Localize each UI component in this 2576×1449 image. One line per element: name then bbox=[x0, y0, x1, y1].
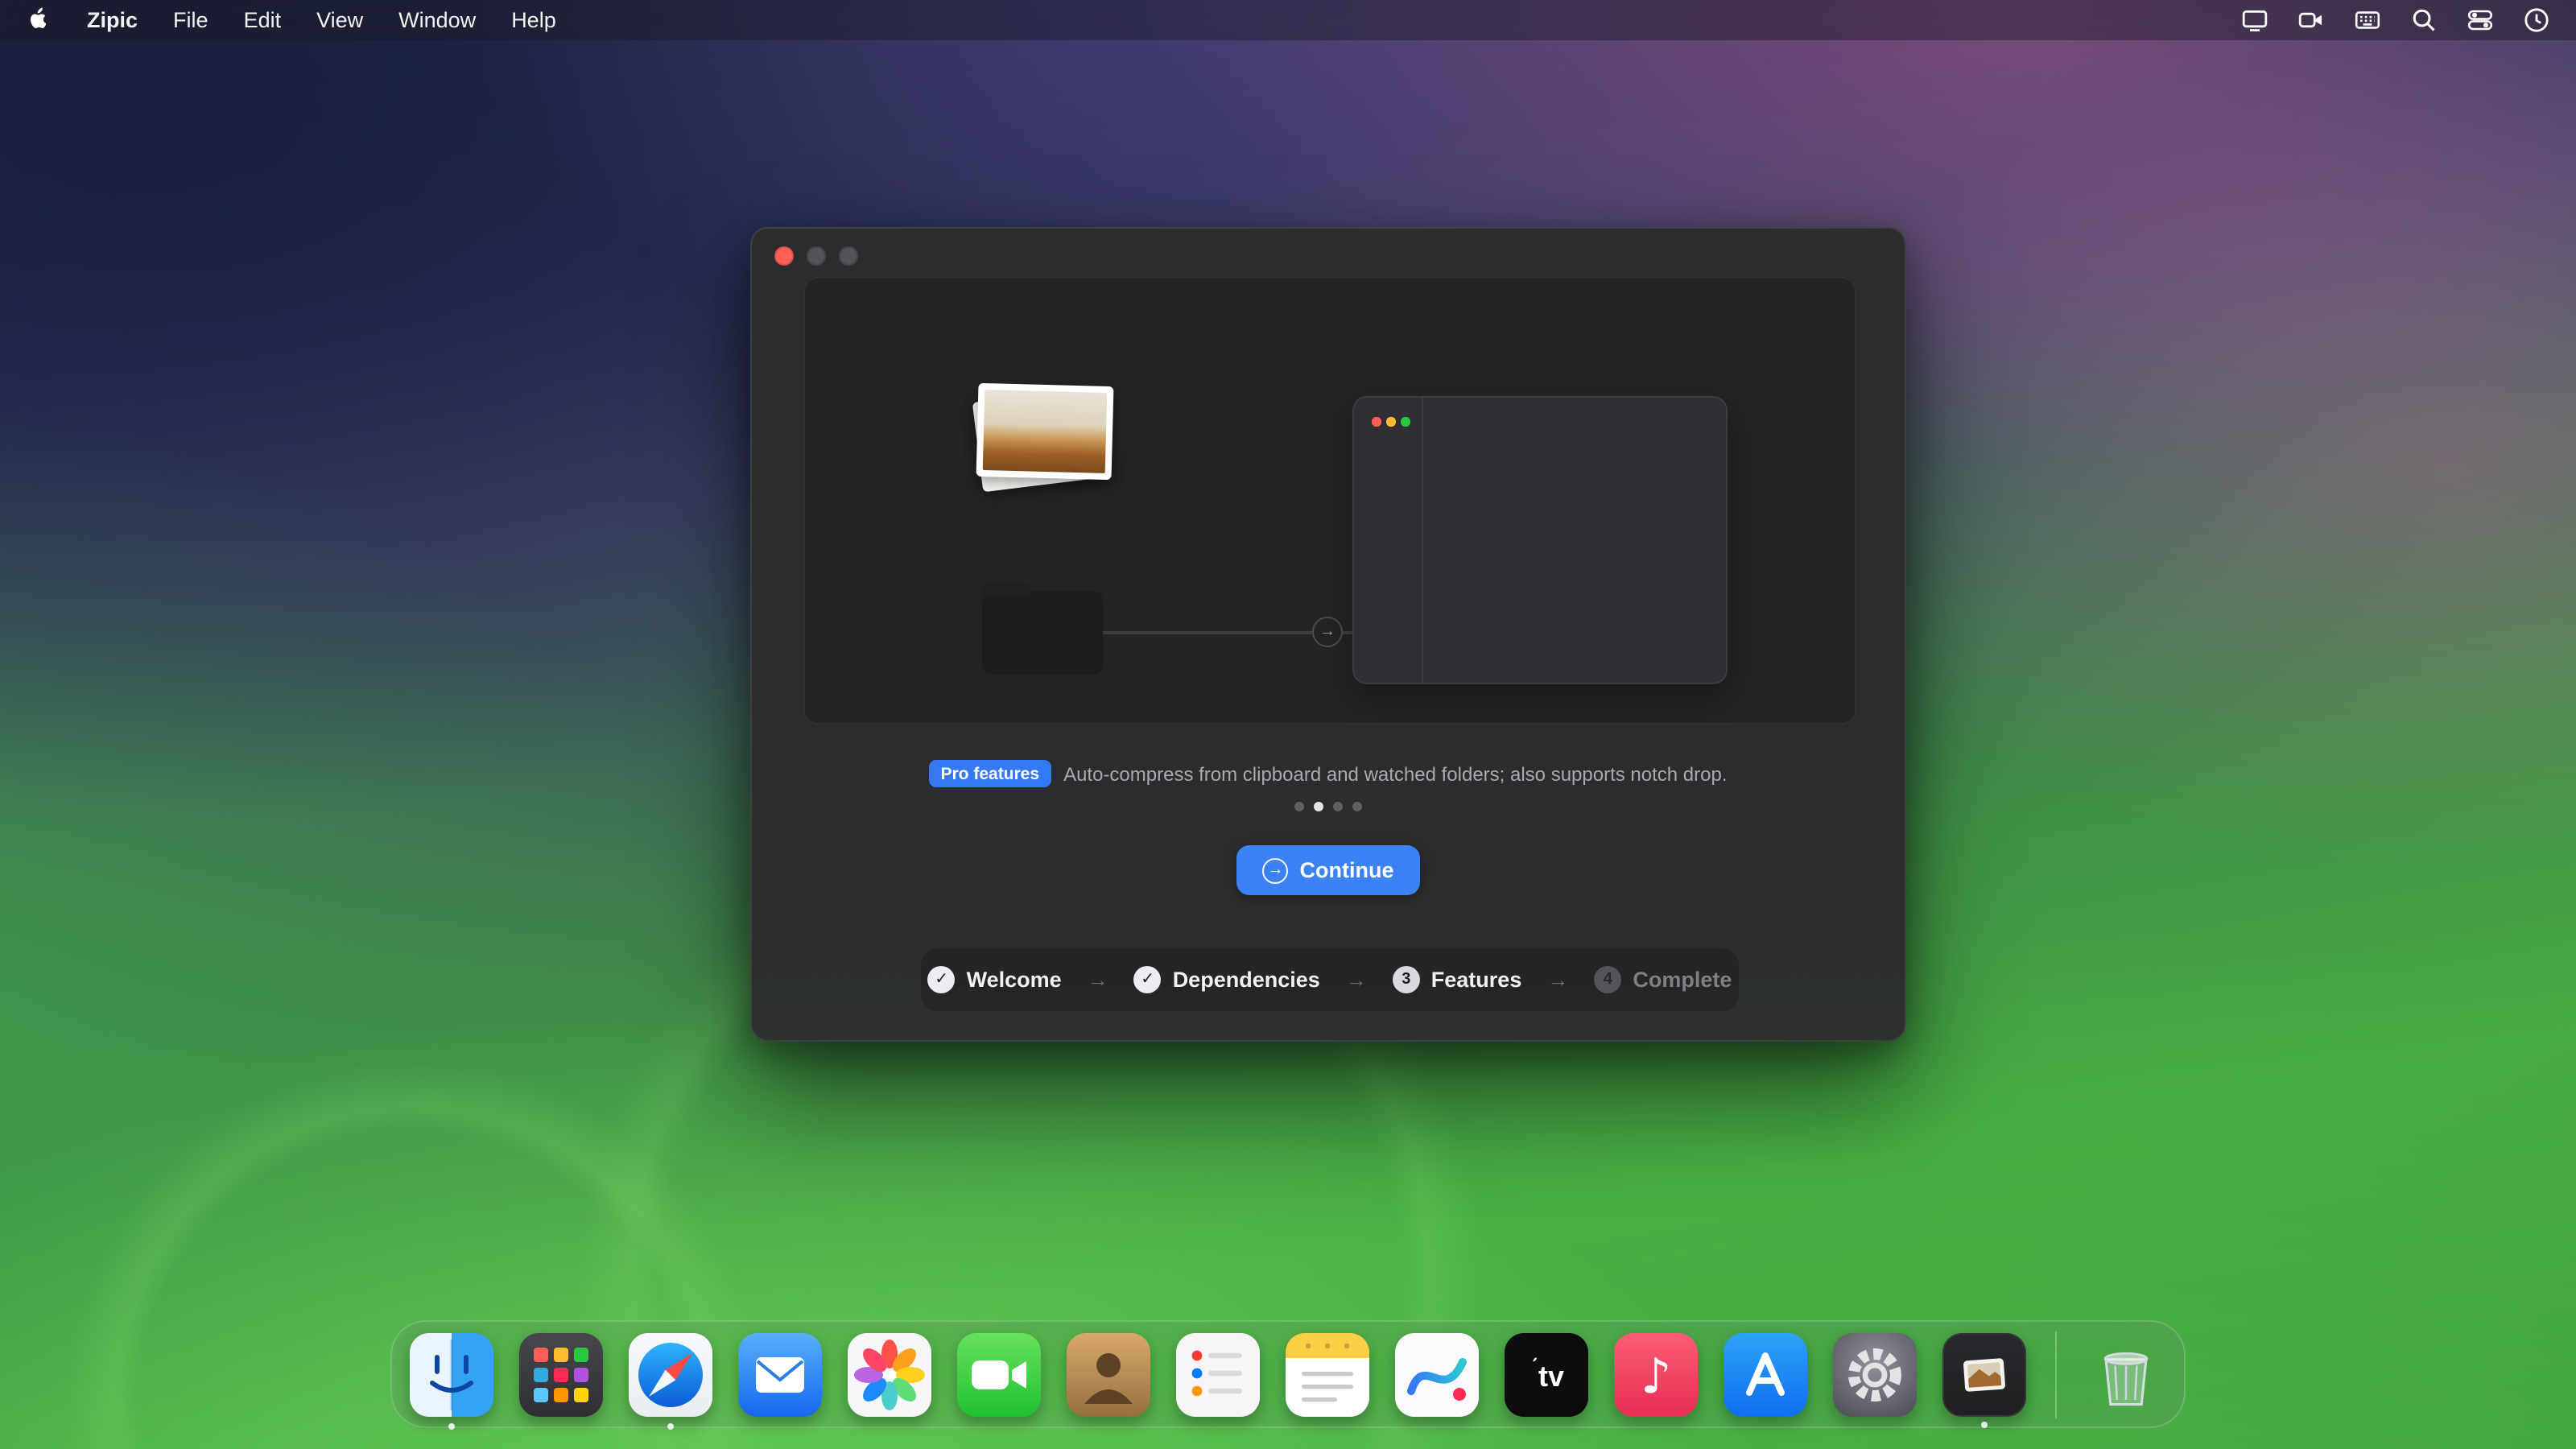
control-center-icon[interactable] bbox=[2467, 6, 2494, 34]
menu-edit[interactable]: Edit bbox=[226, 0, 299, 40]
system-settings-icon[interactable] bbox=[1833, 1332, 1917, 1416]
step-arrow-icon: → bbox=[1547, 968, 1568, 992]
page-dots[interactable] bbox=[752, 802, 1905, 811]
page-dot[interactable] bbox=[1314, 802, 1323, 811]
page-dot[interactable] bbox=[1294, 802, 1304, 811]
menu-file[interactable]: File bbox=[155, 0, 226, 40]
zipic-icon[interactable] bbox=[1942, 1332, 2026, 1416]
minimize-button[interactable] bbox=[807, 246, 826, 266]
camera-indicator-icon[interactable] bbox=[2297, 6, 2325, 34]
window-controls bbox=[774, 246, 858, 266]
app-store-icon[interactable] bbox=[1724, 1332, 1807, 1416]
mock-sidebar-divider bbox=[1422, 398, 1423, 683]
step-arrow-icon: → bbox=[1088, 968, 1108, 992]
step-dependencies: ✓ Dependencies bbox=[1134, 966, 1320, 993]
music-icon[interactable]: ♪ bbox=[1614, 1332, 1698, 1416]
page-dot[interactable] bbox=[1333, 802, 1343, 811]
launchpad-icon[interactable] bbox=[519, 1332, 603, 1416]
check-icon: ✓ bbox=[928, 966, 956, 993]
safari-icon[interactable] bbox=[629, 1332, 712, 1416]
finder-icon[interactable] bbox=[410, 1332, 493, 1416]
facetime-icon[interactable] bbox=[957, 1332, 1041, 1416]
mock-minimize-icon bbox=[1386, 417, 1395, 426]
pro-features-badge: Pro features bbox=[930, 760, 1051, 787]
caption-text: Auto-compress from clipboard and watched… bbox=[1063, 762, 1727, 785]
mail-icon[interactable] bbox=[738, 1332, 822, 1416]
mock-zoom-icon bbox=[1401, 417, 1410, 426]
step-welcome: ✓ Welcome bbox=[928, 966, 1062, 993]
menu-bar-status bbox=[2241, 0, 2550, 40]
contacts-icon[interactable] bbox=[1067, 1332, 1150, 1416]
menu-help[interactable]: Help bbox=[493, 0, 574, 40]
screen-mirroring-icon[interactable] bbox=[2241, 6, 2268, 34]
photo-stack-icon bbox=[974, 385, 1113, 488]
onboarding-stepper: ✓ Welcome → ✓ Dependencies → 3 Features … bbox=[921, 948, 1739, 1011]
continue-button[interactable]: → Continue bbox=[1237, 845, 1420, 895]
notes-icon[interactable] bbox=[1286, 1332, 1369, 1416]
freeform-icon[interactable] bbox=[1395, 1332, 1479, 1416]
app-window-mockup bbox=[1352, 396, 1728, 684]
clock-icon[interactable] bbox=[2523, 6, 2550, 34]
reminders-icon[interactable] bbox=[1176, 1332, 1260, 1416]
desktop: Zipic File Edit View Window Help bbox=[0, 0, 2576, 1449]
apple-menu[interactable] bbox=[0, 0, 69, 40]
search-icon[interactable] bbox=[2410, 6, 2438, 34]
continue-label: Continue bbox=[1300, 858, 1394, 882]
arrow-circle-icon: → bbox=[1312, 617, 1343, 647]
trash-icon[interactable] bbox=[2086, 1332, 2166, 1416]
apple-logo-icon bbox=[26, 5, 50, 35]
keyboard-icon[interactable] bbox=[2354, 6, 2381, 34]
step-features: 3 Features bbox=[1393, 966, 1522, 993]
photo-front bbox=[976, 383, 1114, 480]
feature-caption: Pro features Auto-compress from clipboar… bbox=[752, 760, 1905, 787]
photos-icon[interactable] bbox=[848, 1332, 931, 1416]
menu-window[interactable]: Window bbox=[381, 0, 493, 40]
zipic-onboarding-window: → Pro features Auto-compress from clipbo… bbox=[750, 227, 1906, 1042]
dock-divider bbox=[2055, 1331, 2057, 1418]
step-complete: 4 Complete bbox=[1594, 966, 1732, 993]
step-number: 3 bbox=[1393, 966, 1420, 993]
menu-bar-left: Zipic File Edit View Window Help bbox=[0, 0, 574, 40]
step-arrow-icon: → bbox=[1346, 968, 1367, 992]
menu-view[interactable]: View bbox=[299, 0, 381, 40]
step-number: 4 bbox=[1594, 966, 1621, 993]
svg-text:tv: tv bbox=[1538, 1359, 1564, 1392]
mock-close-icon bbox=[1372, 417, 1381, 426]
check-icon: ✓ bbox=[1134, 966, 1162, 993]
svg-text:♪: ♪ bbox=[1641, 1348, 1671, 1404]
watched-folder-icon bbox=[982, 591, 1103, 675]
photo-image bbox=[983, 390, 1108, 473]
page-dot[interactable] bbox=[1352, 802, 1362, 811]
zoom-button[interactable] bbox=[839, 246, 858, 266]
continue-row: → Continue bbox=[752, 845, 1905, 895]
close-button[interactable] bbox=[774, 246, 794, 266]
app-menu-zipic[interactable]: Zipic bbox=[69, 0, 155, 40]
menu-bar: Zipic File Edit View Window Help bbox=[0, 0, 2576, 40]
arrow-right-circle-icon: → bbox=[1263, 857, 1289, 883]
feature-illustration: → bbox=[803, 277, 1856, 724]
tv-icon[interactable]: tv bbox=[1505, 1332, 1588, 1416]
dock: tv ♪ bbox=[390, 1320, 2186, 1428]
